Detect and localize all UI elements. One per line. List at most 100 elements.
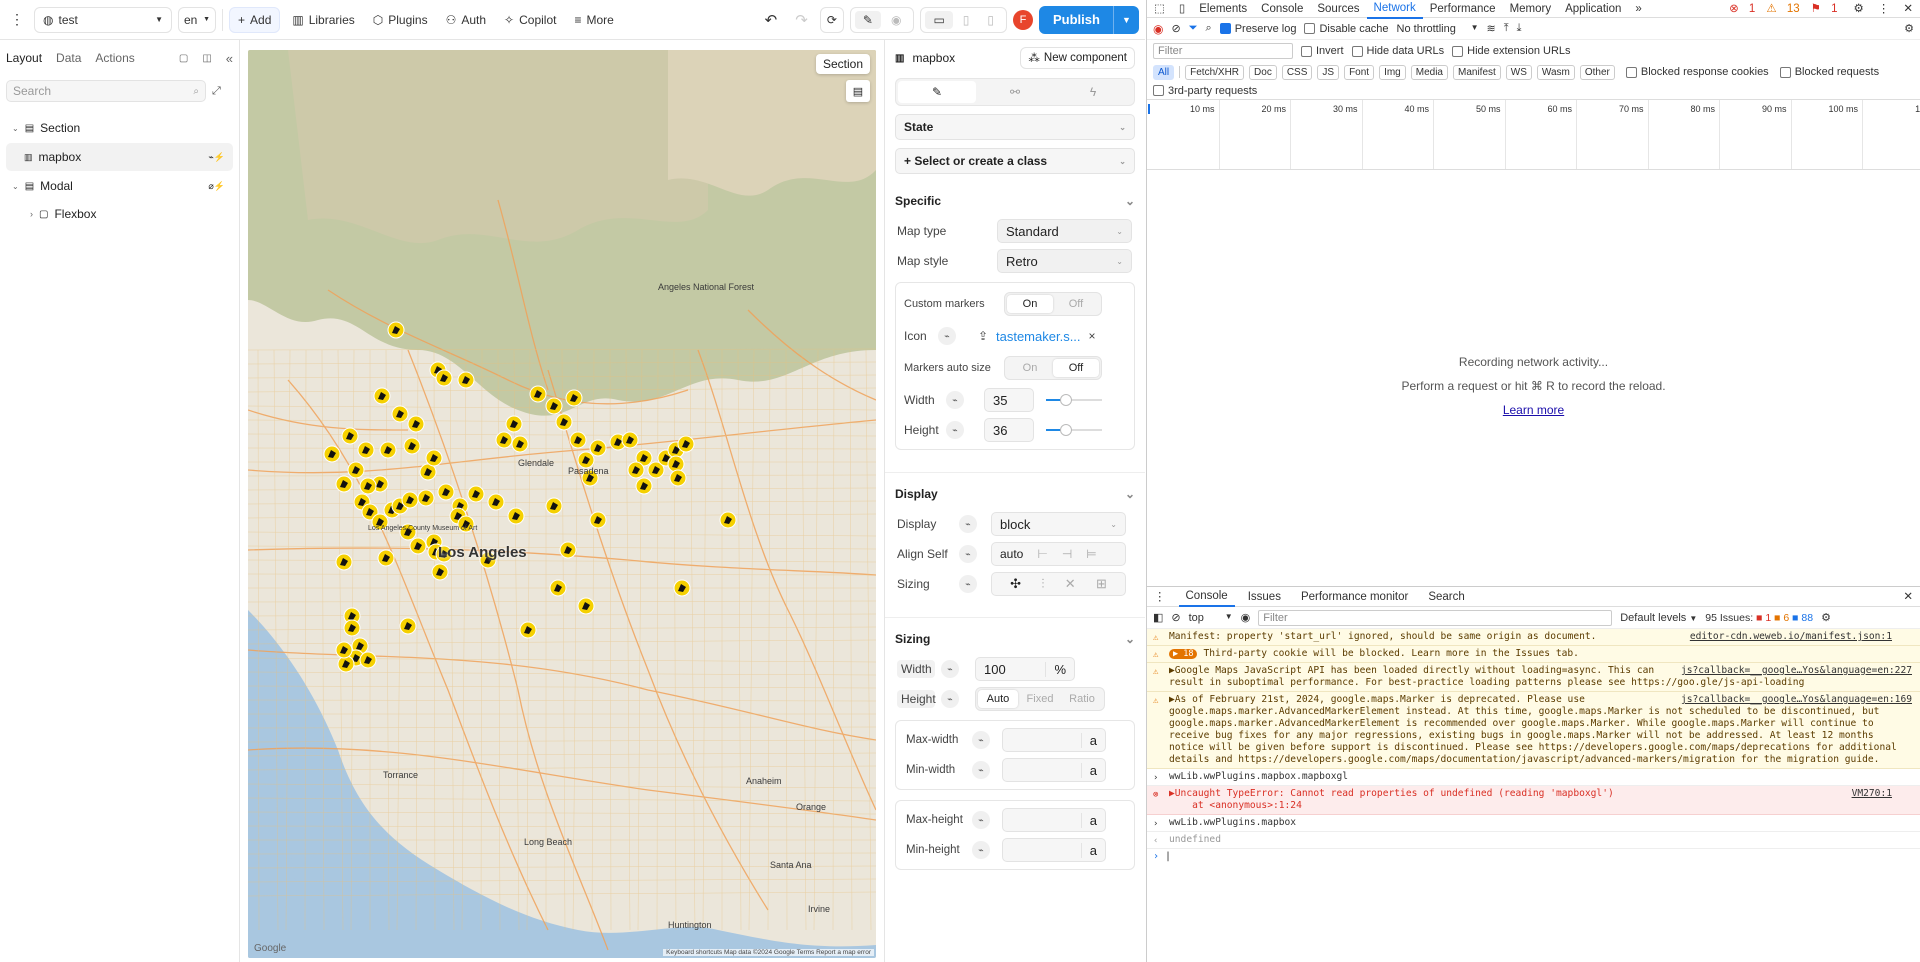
checkbox[interactable] <box>1153 85 1164 97</box>
project-select[interactable]: ◍ test ▼ <box>34 6 172 33</box>
device-icon[interactable]: ▯ <box>1172 0 1192 18</box>
map-marker[interactable] <box>677 435 695 453</box>
map-marker[interactable] <box>347 461 365 479</box>
bind-icon[interactable]: ⌁ <box>946 421 964 439</box>
tab-performance[interactable]: Performance <box>1423 0 1503 18</box>
map-marker[interactable] <box>323 445 341 463</box>
tree-item-modal[interactable]: ⌄ ▤ Modal ⌀⚡ <box>6 172 233 200</box>
blocked-requests-checkbox[interactable]: Blocked requests <box>1779 66 1879 78</box>
icon-value[interactable]: tastemaker.s... <box>996 329 1081 344</box>
size-width-unit[interactable]: % <box>1045 661 1074 677</box>
max-width-input[interactable]: a <box>1002 728 1106 752</box>
link-icon[interactable]: ⌁⚡ <box>208 152 225 163</box>
bind-icon[interactable]: ⌁ <box>941 660 959 678</box>
map-marker[interactable] <box>635 477 653 495</box>
close-drawer-icon[interactable]: ✕ <box>1896 588 1920 606</box>
map-marker[interactable] <box>673 579 691 597</box>
sizing-section-header[interactable]: Sizing ⌄ <box>885 624 1145 654</box>
map-marker[interactable] <box>359 651 377 669</box>
filter-type-media[interactable]: Media <box>1410 64 1448 80</box>
bind-icon[interactable]: ⌁ <box>972 731 990 749</box>
tab-actions[interactable]: Actions <box>95 51 134 65</box>
map-marker[interactable] <box>357 441 375 459</box>
shrink-icon[interactable]: ⫶ <box>1041 576 1044 592</box>
toggle-on[interactable]: On <box>1007 359 1053 377</box>
map-marker[interactable] <box>341 427 359 445</box>
workflow-tab-icon[interactable]: ϟ <box>1054 85 1132 99</box>
console-message[interactable]: ⚠ js?callback=__google…Yos&language=en:22… <box>1147 663 1920 692</box>
min-width-unit[interactable]: a <box>1080 762 1105 778</box>
checkbox[interactable] <box>1301 45 1312 57</box>
console-settings-icon[interactable]: ⚙ <box>1821 611 1831 624</box>
map-marker[interactable] <box>669 469 687 487</box>
avatar[interactable]: F <box>1013 9 1033 30</box>
desktop-icon[interactable]: ▭ <box>925 10 953 29</box>
map-marker[interactable] <box>577 597 595 615</box>
console-message-source[interactable]: js?callback=__google…Yos&language=en:169 <box>1681 694 1912 706</box>
clear-icon[interactable]: ⊘ <box>1171 22 1180 35</box>
toggle-off[interactable]: Off <box>1053 359 1099 377</box>
max-width-unit[interactable]: a <box>1080 732 1105 748</box>
toggle-on[interactable]: On <box>1007 295 1053 313</box>
drawer-menu-icon[interactable]: ⋮ <box>1147 588 1173 606</box>
map-marker[interactable] <box>505 415 523 433</box>
invert-checkbox[interactable]: Invert <box>1301 45 1344 57</box>
publish-button[interactable]: Publish <box>1039 5 1113 34</box>
network-timeline[interactable]: 10 ms 20 ms 30 ms 40 ms 50 ms 60 ms 70 ms 80 ms… <box>1147 100 1920 170</box>
map-marker[interactable] <box>377 549 395 567</box>
tab-sources[interactable]: Sources <box>1310 0 1366 18</box>
marker-width-slider[interactable] <box>1046 394 1102 406</box>
filter-type-doc[interactable]: Doc <box>1249 64 1277 80</box>
edit-mode-toggle[interactable]: ✎ ◉ <box>849 6 915 33</box>
marker-height-input[interactable]: 36 <box>984 418 1034 442</box>
none-icon[interactable]: ✕ <box>1065 576 1076 592</box>
bind-icon[interactable]: ⌁ <box>959 545 977 563</box>
bind-icon[interactable]: ⌁ <box>946 391 964 409</box>
upload-icon[interactable]: ⇪ <box>978 329 996 343</box>
align-self-select[interactable]: auto ⊢ ⊣ ⊨ <box>991 542 1126 566</box>
slider-knob[interactable] <box>1060 424 1073 436</box>
chevron-down-icon[interactable]: ⌄ <box>12 124 19 133</box>
preserve-log-checkbox[interactable]: Preserve log <box>1219 23 1296 35</box>
redo-icon[interactable]: ↷ <box>789 7 814 33</box>
map-marker[interactable] <box>401 491 419 509</box>
console-message[interactable]: ⚠ Manifest: property 'start_url' ignored,… <box>1147 629 1920 646</box>
display-select[interactable]: block ⌄ <box>991 512 1126 536</box>
size-width-input[interactable]: 100% <box>975 657 1075 681</box>
search-icon[interactable]: ⌕ <box>1206 22 1212 35</box>
close-icon[interactable]: ✕ <box>1896 0 1920 18</box>
map-marker[interactable] <box>569 431 587 449</box>
map-style-select[interactable]: Retro ⌄ <box>997 249 1132 273</box>
hidden-icon[interactable]: ⌀⚡ <box>208 181 225 192</box>
filter-type-font[interactable]: Font <box>1344 64 1375 80</box>
panel-icon[interactable]: ◫ <box>202 53 211 64</box>
section-badge[interactable]: Section <box>815 54 870 74</box>
toggle-off[interactable]: Off <box>1053 295 1099 313</box>
map-marker[interactable] <box>719 511 737 529</box>
map-marker[interactable] <box>407 415 425 433</box>
hide-extension-urls-checkbox[interactable]: Hide extension URLs <box>1452 45 1571 57</box>
map-marker[interactable] <box>409 537 427 555</box>
marker-height-slider[interactable] <box>1046 424 1102 436</box>
map-image[interactable]: Glendale Long Beach Torrance Anaheim Santa A… <box>248 50 876 958</box>
close-icon[interactable]: × <box>1089 329 1096 343</box>
edit-tab-icon[interactable]: ✎ <box>898 81 976 103</box>
checkbox[interactable] <box>1625 66 1637 78</box>
eye-icon[interactable]: ◉ <box>883 11 909 29</box>
filter-type-fetch[interactable]: Fetch/XHR <box>1185 64 1245 80</box>
network-settings-icon[interactable]: ⚙ <box>1904 22 1914 35</box>
align-start-icon[interactable]: ⊢ <box>1037 547 1047 561</box>
map-marker[interactable] <box>507 507 525 525</box>
blocked-response-cookies-checkbox[interactable]: Blocked response cookies <box>1625 66 1769 78</box>
drawer-tab-issues[interactable]: Issues <box>1241 588 1288 606</box>
align-end-icon[interactable]: ⊨ <box>1086 547 1096 561</box>
download-icon[interactable]: ⤓ <box>1517 22 1522 35</box>
tree-item-section[interactable]: ⌄ ▤ Section <box>6 114 233 142</box>
map-marker[interactable] <box>335 641 353 659</box>
menu-icon[interactable]: ⋮ <box>6 7 28 33</box>
min-width-input[interactable]: a <box>1002 758 1106 782</box>
map-marker[interactable] <box>545 497 563 515</box>
min-height-unit[interactable]: a <box>1080 842 1105 858</box>
clear-console-icon[interactable]: ⊘ <box>1171 611 1180 624</box>
display-section-header[interactable]: Display ⌄ <box>885 479 1145 509</box>
